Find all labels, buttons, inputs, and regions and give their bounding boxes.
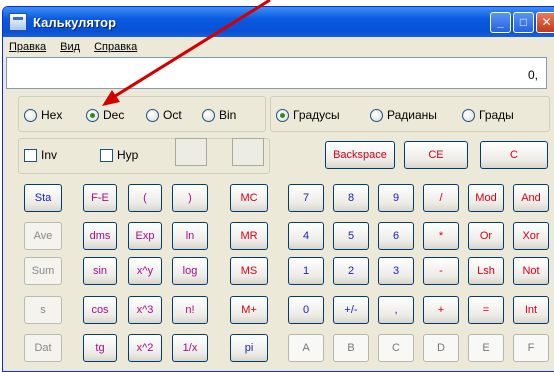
stat-button-sum[interactable]: Sum bbox=[24, 257, 62, 285]
memory-add-button[interactable]: M+ bbox=[230, 296, 268, 324]
radio-degrees-label: Градусы bbox=[293, 108, 340, 122]
paren-indicator-box bbox=[232, 138, 264, 166]
radio-oct-indicator[interactable] bbox=[146, 108, 159, 122]
hex-c-button[interactable]: C bbox=[378, 334, 414, 362]
radio-dec-label: Dec bbox=[103, 108, 125, 122]
menu-bar: Правка Вид Справка bbox=[3, 37, 554, 57]
stat-button-s[interactable]: s bbox=[24, 296, 62, 324]
minimize-button[interactable]: _ bbox=[490, 11, 511, 33]
reciprocal-button[interactable]: 1/x bbox=[172, 334, 208, 362]
radio-degrees[interactable]: Градусы bbox=[276, 108, 340, 122]
digit-5-button[interactable]: 5 bbox=[333, 222, 369, 250]
radio-hex-indicator[interactable] bbox=[24, 108, 37, 122]
maximize-button[interactable]: □ bbox=[513, 11, 534, 33]
digit-1-button[interactable]: 1 bbox=[288, 257, 324, 285]
dms-button[interactable]: dms bbox=[83, 222, 117, 250]
radio-grads-indicator[interactable] bbox=[462, 108, 475, 122]
multiply-button[interactable]: * bbox=[423, 222, 459, 250]
decimal-button[interactable]: , bbox=[378, 296, 414, 324]
stat-button-ave[interactable]: Ave bbox=[24, 222, 62, 250]
menu-help[interactable]: Справка bbox=[92, 41, 139, 53]
digit-6-button[interactable]: 6 bbox=[378, 222, 414, 250]
radio-oct-label: Oct bbox=[163, 108, 182, 122]
checkbox-hyp-label: Hyp bbox=[117, 148, 139, 162]
menu-edit[interactable]: Правка bbox=[7, 41, 48, 53]
memory-clear-button[interactable]: MC bbox=[230, 184, 268, 212]
radio-degrees-indicator[interactable] bbox=[276, 108, 289, 122]
factorial-button[interactable]: n! bbox=[172, 296, 208, 324]
display-field[interactable]: 0, bbox=[6, 57, 547, 89]
tan-button[interactable]: tg bbox=[83, 334, 117, 362]
clear-button[interactable]: C bbox=[480, 141, 548, 169]
digit-0-button[interactable]: 0 bbox=[288, 296, 324, 324]
ln-button[interactable]: ln bbox=[172, 222, 208, 250]
digit-3-button[interactable]: 3 bbox=[378, 257, 414, 285]
checkbox-inv[interactable]: Inv bbox=[24, 148, 57, 162]
sign-toggle-button[interactable]: +/- bbox=[333, 296, 369, 324]
checkbox-inv-label: Inv bbox=[41, 148, 58, 162]
radio-bin[interactable]: Bin bbox=[202, 108, 236, 122]
memory-indicator-box bbox=[175, 138, 207, 166]
hex-a-button[interactable]: A bbox=[288, 334, 324, 362]
radio-radians[interactable]: Радианы bbox=[370, 108, 437, 122]
lsh-button[interactable]: Lsh bbox=[468, 257, 504, 285]
radio-grads[interactable]: Грады bbox=[462, 108, 514, 122]
and-button[interactable]: And bbox=[513, 184, 549, 212]
stat-button-dat[interactable]: Dat bbox=[24, 334, 62, 362]
hex-d-button[interactable]: D bbox=[423, 334, 459, 362]
pi-button[interactable]: pi bbox=[230, 334, 268, 362]
radio-grads-label: Грады bbox=[479, 108, 514, 122]
radio-hex-label: Hex bbox=[41, 108, 63, 122]
close-paren-button[interactable]: ) bbox=[172, 184, 208, 212]
checkbox-inv-box[interactable] bbox=[24, 148, 37, 162]
add-button[interactable]: + bbox=[423, 296, 459, 324]
radio-radians-indicator[interactable] bbox=[370, 108, 383, 122]
hex-f-button[interactable]: F bbox=[513, 334, 549, 362]
radio-radians-label: Радианы bbox=[387, 108, 437, 122]
fe-button[interactable]: F-E bbox=[83, 184, 117, 212]
x-pow-y-button[interactable]: x^y bbox=[128, 257, 162, 285]
radio-dec[interactable]: Dec bbox=[86, 108, 124, 122]
window-title: Калькулятор bbox=[33, 14, 117, 30]
or-button[interactable]: Or bbox=[468, 222, 504, 250]
x-cubed-button[interactable]: x^3 bbox=[128, 296, 162, 324]
subtract-button[interactable]: - bbox=[423, 257, 459, 285]
radio-bin-indicator[interactable] bbox=[202, 108, 215, 122]
mod-button[interactable]: Mod bbox=[468, 184, 504, 212]
menu-view[interactable]: Вид bbox=[58, 41, 82, 53]
digit-2-button[interactable]: 2 bbox=[333, 257, 369, 285]
digit-4-button[interactable]: 4 bbox=[288, 222, 324, 250]
calculator-icon bbox=[9, 13, 27, 31]
digit-8-button[interactable]: 8 bbox=[333, 184, 369, 212]
radio-dec-indicator[interactable] bbox=[86, 108, 99, 122]
x-squared-button[interactable]: x^2 bbox=[128, 334, 162, 362]
backspace-button[interactable]: Backspace bbox=[325, 141, 395, 169]
equals-button[interactable]: = bbox=[468, 296, 504, 324]
not-button[interactable]: Not bbox=[513, 257, 549, 285]
radio-hex[interactable]: Hex bbox=[24, 108, 62, 122]
divide-button[interactable]: / bbox=[423, 184, 459, 212]
open-paren-button[interactable]: ( bbox=[128, 184, 162, 212]
close-button[interactable]: ✕ bbox=[536, 11, 554, 33]
log-button[interactable]: log bbox=[172, 257, 208, 285]
radio-oct[interactable]: Oct bbox=[146, 108, 182, 122]
hex-e-button[interactable]: E bbox=[468, 334, 504, 362]
checkbox-hyp-box[interactable] bbox=[100, 148, 113, 162]
cos-button[interactable]: cos bbox=[83, 296, 117, 324]
stat-button-sta[interactable]: Sta bbox=[24, 184, 62, 212]
memory-store-button[interactable]: MS bbox=[230, 257, 268, 285]
radio-bin-label: Bin bbox=[219, 108, 237, 122]
hex-b-button[interactable]: B bbox=[333, 334, 369, 362]
memory-recall-button[interactable]: MR bbox=[230, 222, 268, 250]
int-button[interactable]: Int bbox=[513, 296, 549, 324]
checkbox-hyp[interactable]: Hyp bbox=[100, 148, 138, 162]
digit-9-button[interactable]: 9 bbox=[378, 184, 414, 212]
title-bar[interactable]: Калькулятор _ □ ✕ bbox=[3, 7, 554, 37]
exp-button[interactable]: Exp bbox=[128, 222, 162, 250]
clear-entry-button[interactable]: CE bbox=[404, 141, 468, 169]
sin-button[interactable]: sin bbox=[83, 257, 117, 285]
digit-7-button[interactable]: 7 bbox=[288, 184, 324, 212]
xor-button[interactable]: Xor bbox=[513, 222, 549, 250]
